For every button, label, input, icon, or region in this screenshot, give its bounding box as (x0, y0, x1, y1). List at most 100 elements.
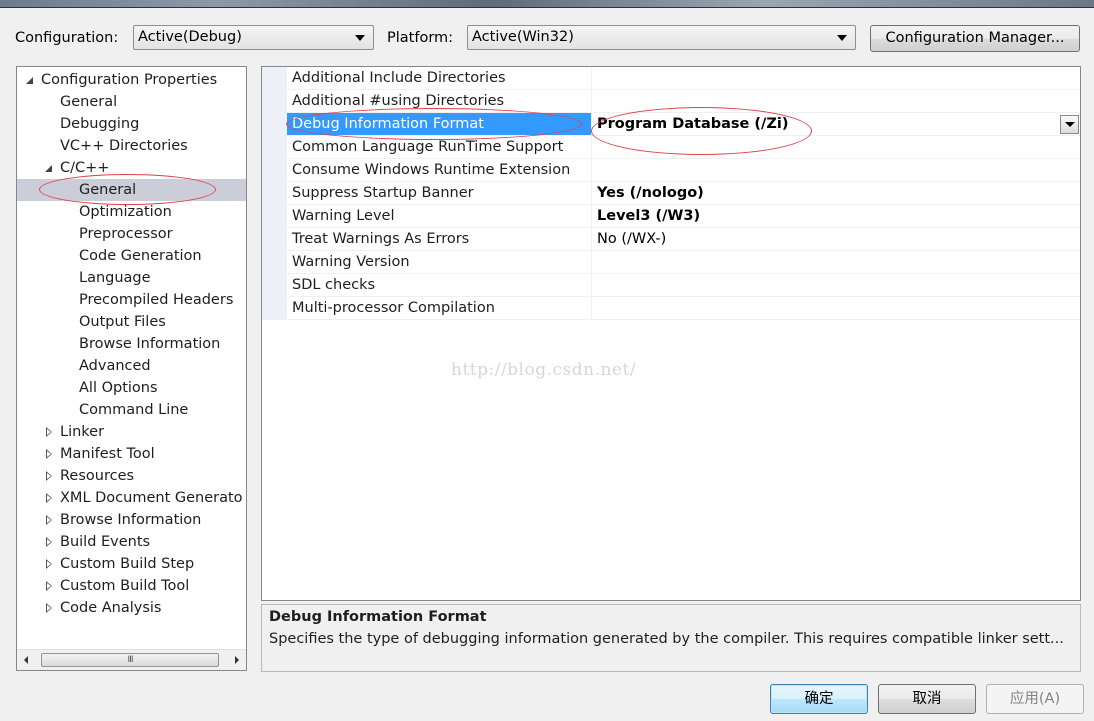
tree-item[interactable]: All Options (17, 377, 246, 399)
property-name[interactable]: Multi-processor Compilation (287, 297, 592, 319)
property-value[interactable] (593, 67, 1080, 89)
property-row[interactable]: Debug Information Format Program Database… (287, 113, 1080, 136)
collapsed-triangle-icon[interactable] (46, 537, 52, 547)
apply-button[interactable]: 应用(A) (986, 684, 1084, 714)
property-value[interactable] (593, 274, 1080, 296)
expanded-triangle-icon[interactable] (45, 165, 52, 172)
cancel-button[interactable]: 取消 (878, 684, 976, 714)
window-title-strip (0, 0, 1094, 8)
property-row[interactable]: Additional #using Directories (287, 90, 1080, 113)
property-value[interactable] (593, 159, 1080, 181)
tree-item[interactable]: Language (17, 267, 246, 289)
chevron-down-icon (355, 35, 365, 41)
tree-item[interactable]: C/C++ (17, 157, 246, 179)
tree-item-label: Advanced (79, 358, 151, 374)
configuration-dropdown[interactable]: Active(Debug) (133, 25, 374, 50)
property-value[interactable]: No (/WX-) (593, 228, 1080, 250)
tree-item[interactable]: XML Document Generato (17, 487, 246, 509)
property-name[interactable]: Warning Version (287, 251, 592, 273)
tree-item[interactable]: General (17, 91, 246, 113)
tree-item[interactable]: Command Line (17, 399, 246, 421)
tree-item[interactable]: Configuration Properties (17, 69, 246, 91)
property-name[interactable]: Warning Level (287, 205, 592, 227)
property-row[interactable]: Treat Warnings As Errors No (/WX-) (287, 228, 1080, 251)
tree-item[interactable]: Preprocessor (17, 223, 246, 245)
tree-item[interactable]: Precompiled Headers (17, 289, 246, 311)
tree-item-label: VC++ Directories (60, 138, 188, 154)
collapsed-triangle-icon[interactable] (46, 493, 52, 503)
tree-item-label: Manifest Tool (60, 446, 155, 462)
property-name[interactable]: Consume Windows Runtime Extension (287, 159, 592, 181)
collapsed-triangle-icon[interactable] (46, 559, 52, 569)
scrollbar-thumb[interactable]: III (41, 653, 219, 667)
collapsed-triangle-icon[interactable] (46, 471, 52, 481)
expanded-triangle-icon[interactable] (26, 77, 33, 84)
property-name[interactable]: Common Language RunTime Support (287, 136, 592, 158)
property-row[interactable]: Consume Windows Runtime Extension (287, 159, 1080, 182)
collapsed-triangle-icon[interactable] (46, 427, 52, 437)
tree-item[interactable]: Output Files (17, 311, 246, 333)
property-name[interactable]: Debug Information Format (287, 113, 592, 135)
ok-button[interactable]: 确定 (770, 684, 868, 714)
tree-item[interactable]: Resources (17, 465, 246, 487)
tree-item[interactable]: Debugging (17, 113, 246, 135)
tree-item[interactable]: Build Events (17, 531, 246, 553)
tree-item-label: Build Events (60, 534, 151, 550)
property-value[interactable] (593, 136, 1080, 158)
property-value[interactable] (593, 90, 1080, 112)
property-row[interactable]: Additional Include Directories (287, 67, 1080, 90)
tree-item[interactable]: VC++ Directories (17, 135, 246, 157)
property-row[interactable]: SDL checks (287, 274, 1080, 297)
tree-item-label: Browse Information (60, 512, 202, 528)
tree-item-label: All Options (79, 380, 158, 396)
tree-item-label: Custom Build Step (60, 556, 195, 572)
property-grid: Additional Include Directories Additional… (261, 66, 1081, 601)
configuration-manager-button[interactable]: Configuration Manager... (870, 25, 1080, 52)
tree-item[interactable]: Custom Build Step (17, 553, 246, 575)
property-name[interactable]: Additional Include Directories (287, 67, 592, 89)
tree-item[interactable]: Code Generation (17, 245, 246, 267)
scroll-right-icon[interactable] (235, 656, 239, 664)
property-name[interactable]: Additional #using Directories (287, 90, 592, 112)
tree-item[interactable]: Custom Build Tool (17, 575, 246, 597)
platform-dropdown[interactable]: Active(Win32) (467, 25, 856, 50)
description-title: Debug Information Format (269, 609, 487, 625)
collapsed-triangle-icon[interactable] (46, 449, 52, 459)
property-value[interactable]: Program Database (/Zi) (593, 113, 1080, 135)
collapsed-triangle-icon[interactable] (46, 515, 52, 525)
property-value[interactable] (593, 297, 1080, 319)
tree-item-label: Debugging (60, 116, 140, 132)
property-value[interactable]: Yes (/nologo) (593, 182, 1080, 204)
tree-item-label: Optimization (79, 204, 172, 220)
tree-item[interactable]: Browse Information (17, 509, 246, 531)
property-row[interactable]: Multi-processor Compilation (287, 297, 1080, 320)
tree-item-label: XML Document Generato (60, 490, 243, 506)
tree-horizontal-scrollbar[interactable]: III (17, 649, 246, 670)
tree-item-label: Resources (60, 468, 135, 484)
tree-item-label: Preprocessor (79, 226, 173, 242)
property-row[interactable]: Warning Level Level3 (/W3) (287, 205, 1080, 228)
tree-item[interactable]: Advanced (17, 355, 246, 377)
tree-item[interactable]: Linker (17, 421, 246, 443)
configuration-value: Active(Debug) (138, 29, 242, 45)
tree-item-label: Code Analysis (60, 600, 162, 616)
scroll-left-icon[interactable] (24, 656, 28, 664)
property-value[interactable]: Level3 (/W3) (593, 205, 1080, 227)
property-tree: Code Analysis Custom Build Tool Custom Bui… (16, 66, 247, 671)
value-dropdown-button[interactable] (1060, 115, 1079, 134)
tree-item[interactable]: Code Analysis (17, 597, 246, 619)
property-name[interactable]: SDL checks (287, 274, 592, 296)
tree-item[interactable]: General (17, 179, 246, 201)
property-row[interactable]: Common Language RunTime Support (287, 136, 1080, 159)
tree-item[interactable]: Browse Information (17, 333, 246, 355)
property-row[interactable]: Warning Version (287, 251, 1080, 274)
tree-item-label: Custom Build Tool (60, 578, 190, 594)
collapsed-triangle-icon[interactable] (46, 581, 52, 591)
property-row[interactable]: Suppress Startup Banner Yes (/nologo) (287, 182, 1080, 205)
tree-item[interactable]: Optimization (17, 201, 246, 223)
property-name[interactable]: Treat Warnings As Errors (287, 228, 592, 250)
collapsed-triangle-icon[interactable] (46, 603, 52, 613)
property-name[interactable]: Suppress Startup Banner (287, 182, 592, 204)
tree-item[interactable]: Manifest Tool (17, 443, 246, 465)
property-value[interactable] (593, 251, 1080, 273)
